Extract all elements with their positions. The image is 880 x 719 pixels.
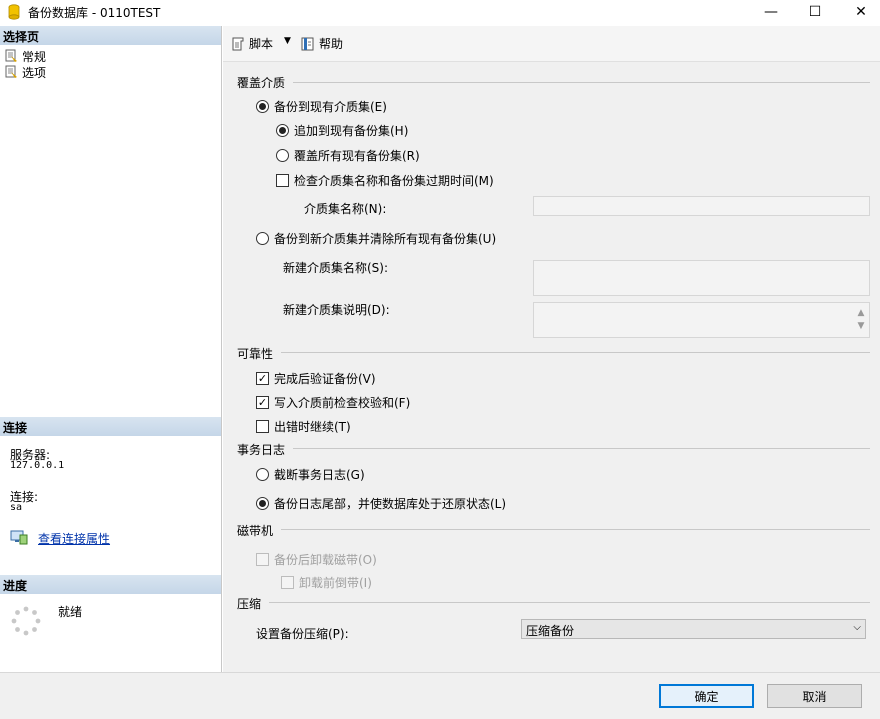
option-label: 截断事务日志(G): [274, 468, 365, 482]
section-divider: [293, 82, 870, 83]
maximize-button[interactable]: ☐: [792, 0, 838, 24]
radio-icon: [276, 149, 289, 162]
section-title-tape: 磁带机: [237, 524, 274, 538]
compression-select[interactable]: 压缩备份 ⌵: [521, 619, 866, 639]
radio-append[interactable]: 追加到现有备份集(H): [276, 122, 408, 139]
progress-status: 就绪: [58, 605, 83, 619]
nav-item-options[interactable]: 选项: [4, 64, 46, 80]
media-set-name-input[interactable]: [533, 196, 870, 216]
options-content: 覆盖介质 备份到现有介质集(E) 追加到现有备份集(H) 覆盖所有现有备份集(R…: [223, 62, 880, 672]
checkbox-checked-icon: ✓: [256, 396, 269, 409]
cancel-button-label: 取消: [802, 689, 827, 704]
radio-icon: [256, 100, 269, 113]
option-label: 检查介质集名称和备份集过期时间(M): [294, 174, 494, 188]
radio-overwrite-all[interactable]: 覆盖所有现有备份集(R): [276, 147, 420, 164]
compression-label: 设置备份压缩(P):: [256, 627, 349, 641]
media-set-name-label: 介质集名称(N):: [304, 202, 387, 216]
option-label: 完成后验证备份(V): [274, 372, 376, 386]
chevron-down-icon: ⌵: [853, 622, 861, 633]
checkbox-rewind-tape[interactable]: 卸载前倒带(I): [281, 574, 372, 591]
section-title-compression: 压缩: [237, 597, 262, 611]
scroll-arrows-icon[interactable]: ▲ ▼: [856, 307, 866, 333]
nav-item-label: 常规: [22, 49, 47, 64]
checkbox-checksum[interactable]: ✓ 写入介质前检查校验和(F): [256, 394, 410, 411]
progress-header: 进度: [0, 575, 221, 594]
dialog-button-bar: 确定 取消: [0, 672, 880, 719]
section-title-overwrite-media: 覆盖介质: [237, 76, 286, 90]
connection-properties-icon: [10, 530, 28, 545]
option-label: 备份日志尾部，并使数据库处于还原状态(L): [274, 497, 507, 511]
window-title: 备份数据库 - 0110TEST: [28, 6, 161, 20]
connection-value: sa: [10, 502, 23, 513]
script-label: 脚本: [249, 37, 274, 51]
server-value: 127.0.0.1: [10, 460, 65, 471]
page-icon: [5, 65, 17, 78]
option-label: 覆盖所有现有备份集(R): [294, 149, 420, 163]
script-icon: [232, 37, 244, 50]
checkbox-icon: [256, 553, 269, 566]
nav-item-general[interactable]: 常规: [4, 48, 46, 64]
section-divider: [293, 448, 870, 449]
checkbox-unload-tape[interactable]: 备份后卸载磁带(O): [256, 551, 377, 568]
checkbox-check-name-expiry[interactable]: 检查介质集名称和备份集过期时间(M): [276, 172, 494, 189]
new-media-name-label: 新建介质集名称(S):: [283, 261, 389, 275]
close-button[interactable]: ✕: [838, 0, 880, 24]
ok-button-label: 确定: [694, 689, 719, 704]
radio-icon: [276, 124, 289, 137]
view-connection-properties-link[interactable]: 查看连接属性: [38, 530, 110, 547]
title-bar: 备份数据库 - 0110TEST — ☐ ✕: [0, 0, 880, 24]
left-pane: 选择页 常规 选项 连接 服务器: 127.0.0.1 连接: sa 查看连接属…: [0, 26, 222, 672]
section-title-transaction-log: 事务日志: [237, 443, 286, 457]
option-label: 卸载前倒带(I): [299, 576, 372, 590]
section-divider: [269, 602, 870, 603]
page-icon: [5, 49, 17, 62]
compression-selected-value: 压缩备份: [526, 624, 575, 638]
new-media-desc-label: 新建介质集说明(D):: [283, 303, 390, 317]
select-page-header: 选择页: [0, 26, 221, 45]
minimize-button[interactable]: —: [748, 0, 794, 24]
ok-button[interactable]: 确定: [659, 684, 754, 708]
checkbox-icon: [276, 174, 289, 187]
option-label: 备份到现有介质集(E): [274, 100, 387, 114]
section-divider: [281, 352, 870, 353]
minimize-icon: —: [764, 4, 778, 20]
radio-icon: [256, 468, 269, 481]
cancel-button[interactable]: 取消: [767, 684, 862, 708]
radio-icon: [256, 232, 269, 245]
section-title-reliability: 可靠性: [237, 347, 274, 361]
option-label: 出错时继续(T): [274, 420, 351, 434]
script-button[interactable]: 脚本: [230, 35, 273, 52]
radio-icon: [256, 497, 269, 510]
option-label: 写入介质前检查校验和(F): [274, 396, 411, 410]
checkbox-icon: [256, 420, 269, 433]
radio-truncate-log[interactable]: 截断事务日志(G): [256, 466, 365, 483]
help-label: 帮助: [319, 37, 344, 51]
radio-backup-new[interactable]: 备份到新介质集并清除所有现有备份集(U): [256, 230, 496, 247]
nav-item-label: 选项: [22, 65, 47, 80]
option-label: 备份后卸载磁带(O): [274, 553, 377, 567]
toolbar: 脚本 ▼ 帮助: [223, 26, 880, 62]
progress-spinner-icon: [11, 606, 41, 636]
checkbox-icon: [281, 576, 294, 589]
chevron-down-icon[interactable]: ▼: [284, 36, 291, 46]
checkbox-continue-on-error[interactable]: 出错时继续(T): [256, 418, 351, 435]
checkbox-checked-icon: ✓: [256, 372, 269, 385]
help-icon: [301, 37, 314, 50]
checkbox-verify[interactable]: ✓ 完成后验证备份(V): [256, 370, 376, 387]
radio-tail-log[interactable]: 备份日志尾部，并使数据库处于还原状态(L): [256, 495, 506, 512]
close-icon: ✕: [855, 4, 867, 20]
radio-backup-existing[interactable]: 备份到现有介质集(E): [256, 98, 387, 115]
help-button[interactable]: 帮助: [300, 35, 343, 52]
option-label: 备份到新介质集并清除所有现有备份集(U): [274, 232, 497, 246]
database-icon: [8, 4, 20, 20]
new-media-desc-input[interactable]: ▲ ▼: [533, 302, 870, 338]
new-media-name-input[interactable]: [533, 260, 870, 296]
option-label: 追加到现有备份集(H): [294, 124, 409, 138]
section-divider: [281, 529, 870, 530]
maximize-icon: ☐: [808, 4, 822, 20]
connection-header: 连接: [0, 417, 221, 436]
